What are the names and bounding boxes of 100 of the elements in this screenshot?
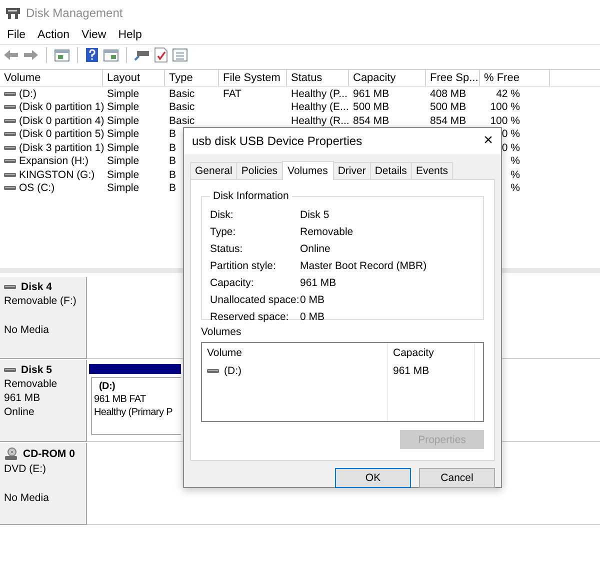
list-cell[interactable]: (D:) [224, 365, 242, 377]
table-cell: B [169, 128, 176, 140]
table-cell: Simple [107, 182, 140, 194]
column-header[interactable]: Capacity [349, 70, 426, 86]
table-cell: B [169, 168, 176, 181]
table-cell: 854 MB [353, 114, 390, 127]
field-value: 0 MB [300, 294, 325, 306]
dialog-button[interactable]: OK [335, 468, 411, 488]
table-cell: 0 % [502, 142, 520, 154]
tab[interactable]: Events [410, 162, 454, 179]
table-cell: Simple [107, 155, 140, 168]
table-cell: Simple [107, 142, 140, 154]
menu-item[interactable]: Action [32, 29, 76, 41]
tab[interactable]: General [190, 162, 238, 179]
table-cell: (Disk 0 partition 4) [19, 114, 104, 127]
field-label: Capacity: [210, 276, 255, 288]
field-value: Disk 5 [300, 208, 330, 220]
dialog-button[interactable]: Cancel [419, 468, 495, 488]
table-cell: Basic [169, 114, 195, 127]
table-cell: % [510, 155, 520, 168]
table-cell: Simple [107, 128, 140, 140]
table-cell: FAT [223, 88, 242, 100]
checklist-icon[interactable] [154, 47, 168, 63]
volume-list[interactable]: Volume (D:) Capacity 961 MB [201, 342, 484, 422]
table-cell: OS (C:) [19, 182, 55, 194]
table-cell: Basic [169, 88, 195, 100]
table-cell: Healthy (R... [291, 114, 350, 127]
table-cell: (D:) [19, 88, 36, 100]
disk-type: Removable (F:) [4, 295, 78, 307]
table-cell: Simple [107, 88, 140, 100]
field-value: 961 MB [300, 276, 336, 288]
column-header[interactable]: Free Sp... [426, 70, 480, 86]
list-cell: 961 MB [393, 365, 430, 377]
field-value: Online [300, 242, 330, 254]
table-cell: % [510, 168, 520, 181]
table-cell: (Disk 3 partition 1) [19, 142, 104, 154]
column-header[interactable]: Volume [207, 347, 242, 359]
window-icon[interactable] [103, 48, 119, 62]
partition-box[interactable]: (D:) 961 MB FAT Healthy (Primary P [91, 377, 181, 435]
field-label: Disk: [210, 208, 234, 220]
window-title: Disk Management [26, 6, 123, 20]
table-cell: Healthy (E... [291, 101, 349, 114]
list-icon[interactable] [172, 48, 188, 62]
window-icon[interactable] [54, 48, 70, 62]
section-label: Volumes [201, 326, 242, 338]
table-cell: 854 MB [430, 114, 466, 127]
table-cell: Simple [107, 168, 140, 181]
table-cell: KINGSTON (G:) [19, 168, 95, 181]
app-icon [5, 6, 21, 20]
field-label: Type: [210, 226, 237, 238]
table-cell: 42 % [496, 88, 520, 100]
table-cell: B [169, 155, 176, 168]
disk-name: CD-ROM 0 [23, 448, 75, 460]
column-header[interactable]: Volume [0, 70, 103, 86]
disk-status: No Media [4, 324, 50, 336]
table-cell: B [169, 182, 176, 194]
column-header[interactable]: File System [219, 70, 287, 86]
field-label: Partition style: [210, 260, 277, 272]
field-value: Removable [300, 226, 354, 238]
close-button[interactable]: × [484, 132, 493, 150]
field-label: Status: [210, 242, 244, 254]
table-cell: 100 % [490, 101, 520, 114]
disk-size: 961 MB [4, 392, 42, 404]
help-icon[interactable] [85, 47, 99, 63]
table-cell: Healthy (P... [291, 88, 348, 100]
table-cell: Basic [169, 101, 195, 114]
table-cell: 961 MB [353, 88, 390, 100]
field-label: Unallocated space: [210, 294, 300, 306]
column-header[interactable]: Capacity [393, 347, 434, 359]
column-header[interactable]: Status [287, 70, 349, 86]
disk-name: Disk 4 [21, 281, 52, 293]
table-cell: B [169, 142, 176, 154]
disk-type: DVD (E:) [4, 463, 47, 475]
table-cell: Simple [107, 101, 140, 114]
disk-type: Removable [4, 378, 58, 390]
table-cell: 500 MB [430, 101, 466, 114]
table-cell: % [510, 182, 520, 194]
dialog-title: usb disk USB Device Properties [192, 134, 362, 148]
menu-item[interactable]: View [76, 29, 112, 41]
table-cell: Simple [107, 114, 140, 127]
column-header[interactable]: % Free [480, 70, 550, 86]
menu-item[interactable]: File [1, 29, 32, 41]
table-cell: 408 MB [430, 88, 466, 100]
column-header[interactable]: Type [165, 70, 219, 86]
disk-status: No Media [4, 492, 50, 504]
group-title: Disk Information [212, 190, 290, 202]
table-cell: (Disk 0 partition 5) [19, 128, 104, 140]
disk-status: Online [4, 406, 36, 418]
column-header[interactable]: Layout [103, 70, 165, 86]
forward-arrow-icon[interactable] [23, 48, 39, 62]
menu-item[interactable]: Help [112, 29, 148, 41]
table-cell: (Disk 0 partition 1) [19, 101, 104, 114]
field-value: Master Boot Record (MBR) [300, 260, 427, 272]
table-cell: 500 MB [353, 101, 390, 114]
back-arrow-icon[interactable] [3, 48, 19, 62]
field-label: Reserved space: [210, 310, 290, 322]
field-value: 0 MB [300, 310, 325, 322]
table-cell: Expansion (H:) [19, 155, 88, 168]
tab[interactable]: Volumes [282, 161, 334, 180]
table-cell: 100 % [490, 114, 520, 127]
